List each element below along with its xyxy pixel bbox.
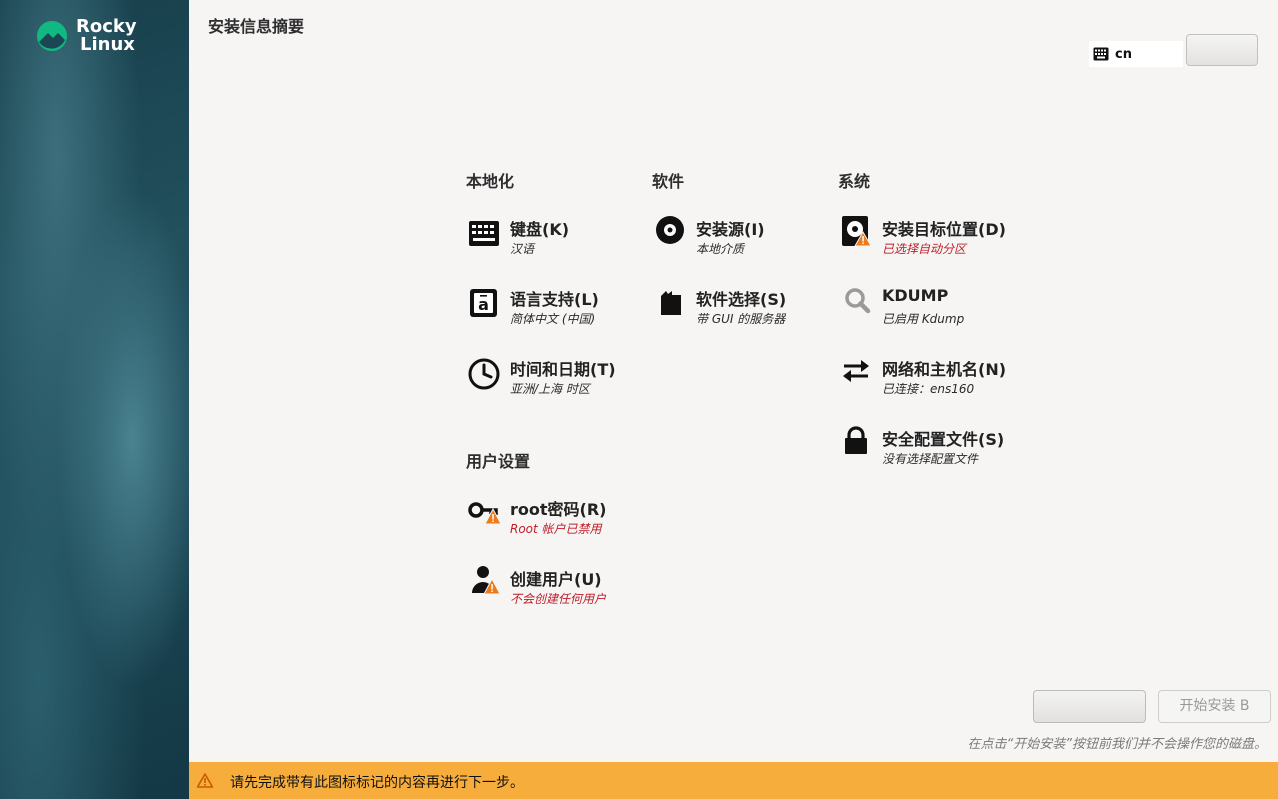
- disk-notice: 在点击“开始安装”按钮前我们并不会操作您的磁盘。: [967, 737, 1267, 752]
- spoke-time-status: 亚洲/上海 时区: [510, 382, 590, 396]
- section-title-software: 软件: [652, 172, 685, 191]
- disc-icon: [656, 216, 684, 244]
- spoke-time-label: 时间和日期(T): [510, 360, 616, 379]
- quit-button[interactable]: [1033, 690, 1146, 723]
- spoke-time-date[interactable]: 时间和日期(T) 亚洲/上海 时区: [466, 356, 646, 404]
- svg-text:a: a: [478, 295, 489, 314]
- language-icon: a: [470, 289, 497, 317]
- rocky-linux-logo: Rocky Linux: [36, 18, 137, 54]
- spoke-network-label: 网络和主机名(N): [882, 360, 1007, 379]
- spoke-installation-source[interactable]: 安装源(I) 本地介质: [652, 216, 832, 264]
- spoke-language-support[interactable]: a 语言支持(L) 简体中文 (中国): [466, 286, 646, 334]
- brand-line-2: Linux: [80, 34, 135, 55]
- spoke-user-label: 创建用户(U): [510, 570, 602, 589]
- harddisk-warning-icon: [842, 216, 872, 247]
- spoke-root-status: Root 帐户已禁用: [510, 522, 602, 536]
- magnifier-icon: [845, 288, 871, 314]
- keyboard-icon: [1093, 47, 1109, 61]
- spoke-source-status: 本地介质: [696, 242, 745, 256]
- warning-bar: 请先完成带有此图标标记的内容再进行下一步。: [189, 762, 1278, 799]
- rocky-logo-icon: [37, 21, 67, 51]
- spoke-language-status: 简体中文 (中国): [510, 312, 596, 326]
- keyboard-layout-label: cn: [1115, 46, 1132, 62]
- package-icon: [661, 291, 681, 315]
- spoke-security-label: 安全配置文件(S): [882, 430, 1005, 449]
- spoke-software-selection[interactable]: 软件选择(S) 带 GUI 的服务器: [652, 286, 832, 334]
- spoke-root-password[interactable]: root密码(R) Root 帐户已禁用: [466, 496, 646, 544]
- spoke-kdump-status: 已启用 Kdump: [882, 312, 965, 326]
- begin-installation-button[interactable]: 开始安装 B: [1158, 690, 1271, 723]
- keyboard-layout-indicator[interactable]: cn: [1089, 41, 1183, 67]
- spoke-create-user[interactable]: 创建用户(U) 不会创建任何用户: [466, 566, 646, 614]
- spoke-keyboard-status: 汉语: [510, 242, 535, 256]
- spoke-network-hostname[interactable]: 网络和主机名(N) 已连接：ens160: [838, 356, 1018, 404]
- section-title-system: 系统: [838, 172, 871, 191]
- spoke-kdump[interactable]: KDUMP 已启用 Kdump: [838, 286, 1018, 334]
- spoke-source-label: 安装源(I): [696, 220, 765, 239]
- warning-icon: [197, 773, 213, 788]
- spoke-destination-status: 已选择自动分区: [882, 242, 967, 256]
- spoke-security-profile[interactable]: 安全配置文件(S) 没有选择配置文件: [838, 426, 1018, 474]
- section-title-user-settings: 用户设置: [466, 452, 531, 471]
- spoke-security-status: 没有选择配置文件: [882, 452, 979, 466]
- spoke-installation-destination[interactable]: 安装目标位置(D) 已选择自动分区: [838, 216, 1018, 264]
- spoke-root-label: root密码(R): [510, 500, 607, 519]
- warning-bar-text: 请先完成带有此图标标记的内容再进行下一步。: [230, 775, 524, 791]
- help-button[interactable]: [1186, 34, 1258, 66]
- spoke-keyboard[interactable]: 键盘(K) 汉语: [466, 216, 646, 264]
- clock-icon: [468, 358, 500, 390]
- spoke-language-label: 语言支持(L): [510, 290, 599, 309]
- sidebar: Rocky Linux: [0, 0, 189, 799]
- spoke-destination-label: 安装目标位置(D): [882, 220, 1006, 239]
- spoke-kdump-label: KDUMP: [882, 286, 949, 305]
- page-title: 安装信息摘要: [208, 17, 305, 36]
- keyboard-icon: [469, 221, 499, 246]
- spoke-user-status: 不会创建任何用户: [510, 592, 607, 606]
- network-arrows-icon: [843, 360, 869, 382]
- spoke-keyboard-label: 键盘(K): [510, 220, 570, 239]
- spoke-software-status: 带 GUI 的服务器: [696, 312, 786, 326]
- spoke-network-status: 已连接：ens160: [882, 382, 975, 396]
- user-warning-icon: [472, 566, 501, 595]
- lock-icon: [845, 426, 867, 454]
- section-title-localization: 本地化: [466, 172, 515, 191]
- key-warning-icon: [468, 502, 502, 525]
- spoke-software-label: 软件选择(S): [696, 290, 787, 309]
